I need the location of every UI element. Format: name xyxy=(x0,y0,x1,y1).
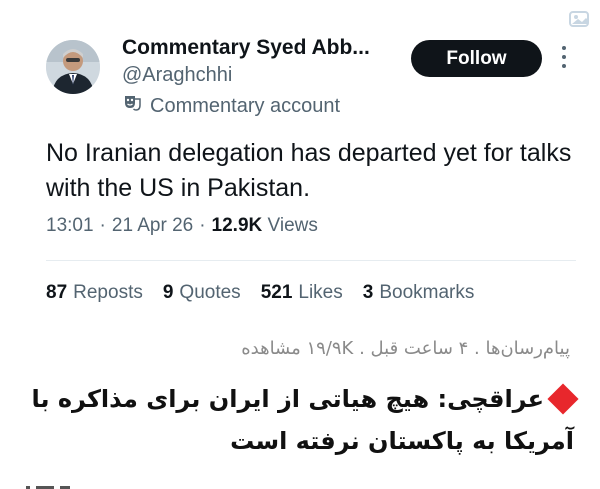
account-label-text: Commentary account xyxy=(150,94,341,117)
divider xyxy=(46,260,576,261)
tweet-date[interactable]: 21 Apr 26 xyxy=(112,215,193,237)
news-post: پیام‌رسان‌ها . ۴ ساعت قبل . ۱۹/۹K مشاهده… xyxy=(0,320,600,489)
stat-quotes[interactable]: 9 Quotes xyxy=(163,282,241,304)
image-icon xyxy=(568,8,590,30)
news-headline: عراقچی: هیچ هیاتی از ایران برای مذاکره ب… xyxy=(14,378,579,462)
author-display-name[interactable]: Commentary Syed Abb... xyxy=(122,36,370,60)
tweet-meta: 13:01 · 21 Apr 26 · 12.9K Views xyxy=(46,215,318,237)
views-label: Views xyxy=(267,215,318,236)
stat-reposts[interactable]: 87 Reposts xyxy=(46,282,143,304)
more-options-icon[interactable] xyxy=(560,46,568,72)
views-count: 12.9K xyxy=(211,215,263,236)
stat-likes[interactable]: 521 Likes xyxy=(261,282,343,304)
news-headline-text: عراقچی: هیچ هیاتی از ایران برای مذاکره ب… xyxy=(31,385,574,455)
red-diamond-icon xyxy=(547,383,579,415)
stat-bookmarks[interactable]: 3 Bookmarks xyxy=(363,282,475,304)
meta-separator: · xyxy=(99,215,106,236)
news-source-line: پیام‌رسان‌ها . ۴ ساعت قبل . ۱۹/۹K مشاهده xyxy=(241,338,570,359)
meta-separator: · xyxy=(199,215,206,236)
tweet-card: Commentary Syed Abb... @Araghchhi Commen… xyxy=(0,0,600,320)
theater-masks-icon xyxy=(122,93,142,119)
tweet-text: No Iranian delegation has departed yet f… xyxy=(46,139,572,202)
account-label: Commentary account xyxy=(122,93,340,119)
engagement-stats: 87 Reposts 9 Quotes 521 Likes 3 Bookmarks xyxy=(46,282,474,304)
avatar[interactable] xyxy=(46,40,100,94)
author-handle[interactable]: @Araghchhi xyxy=(122,64,232,87)
tweet-time[interactable]: 13:01 xyxy=(46,215,94,237)
follow-button[interactable]: Follow xyxy=(411,40,542,77)
cropped-content-edge xyxy=(26,481,86,489)
